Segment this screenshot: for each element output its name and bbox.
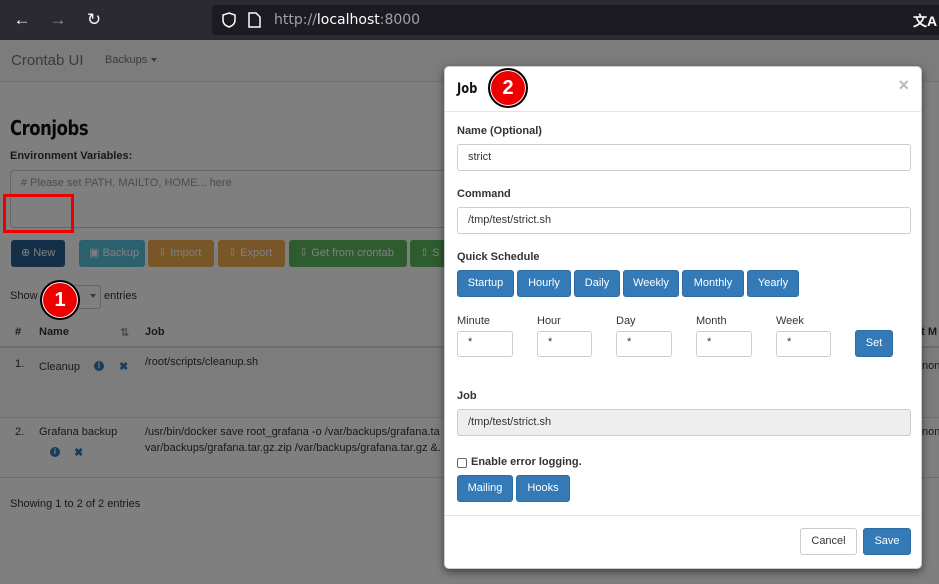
command-input[interactable]: /tmp/test/strict.sh: [457, 207, 911, 234]
url-bar[interactable]: http://localhost:8000 文A: [212, 5, 939, 35]
name-label: Name (Optional): [457, 125, 542, 137]
error-logging-checkbox[interactable]: [457, 458, 467, 468]
back-icon[interactable]: ←: [12, 10, 32, 30]
set-button[interactable]: Set: [855, 330, 893, 357]
name-input[interactable]: strict: [457, 144, 911, 171]
url-host: localhost: [316, 12, 380, 28]
yearly-button[interactable]: Yearly: [747, 270, 799, 297]
day-label: Day: [616, 315, 636, 327]
week-label: Week: [776, 315, 804, 327]
close-icon[interactable]: ×: [898, 75, 909, 96]
browser-toolbar: ← → ↻ http://localhost:8000 文A: [0, 0, 939, 40]
url-port: :8000: [379, 12, 421, 28]
month-input[interactable]: *: [696, 331, 752, 357]
command-label: Command: [457, 188, 511, 200]
modal-title: Job: [457, 81, 478, 97]
annotation-marker-2: 2: [488, 68, 528, 108]
reload-icon[interactable]: ↻: [84, 10, 104, 30]
job-label: Job: [457, 390, 477, 402]
hour-input[interactable]: *: [537, 331, 592, 357]
hooks-button[interactable]: Hooks: [516, 475, 570, 502]
startup-button[interactable]: Startup: [457, 270, 514, 297]
forward-icon[interactable]: →: [48, 10, 68, 30]
save-button[interactable]: Save: [863, 528, 911, 555]
annotation-highlight-box: [3, 194, 74, 233]
shield-icon[interactable]: [222, 12, 236, 28]
annotation-marker-1: 1: [40, 280, 80, 320]
job-modal: Job × Name (Optional) strict Command /tm…: [444, 66, 922, 569]
weekly-button[interactable]: Weekly: [623, 270, 679, 297]
modal-footer: [445, 515, 921, 516]
month-label: Month: [696, 315, 727, 327]
hourly-button[interactable]: Hourly: [517, 270, 571, 297]
translate-icon[interactable]: 文A: [913, 11, 937, 31]
daily-button[interactable]: Daily: [574, 270, 620, 297]
url-text[interactable]: http://localhost:8000: [274, 12, 420, 28]
page-icon[interactable]: [248, 12, 261, 28]
error-logging-label[interactable]: Enable error logging.: [471, 456, 582, 468]
minute-label: Minute: [457, 315, 491, 327]
mailing-button[interactable]: Mailing: [457, 475, 513, 502]
hour-label: Hour: [537, 315, 561, 327]
quick-schedule-label: Quick Schedule: [457, 251, 540, 263]
monthly-button[interactable]: Monthly: [682, 270, 744, 297]
day-input[interactable]: *: [616, 331, 672, 357]
minute-input[interactable]: *: [457, 331, 513, 357]
week-input[interactable]: *: [776, 331, 831, 357]
cancel-button[interactable]: Cancel: [800, 528, 857, 555]
url-scheme: http://: [274, 12, 317, 28]
job-preview-input: /tmp/test/strict.sh: [457, 409, 911, 436]
